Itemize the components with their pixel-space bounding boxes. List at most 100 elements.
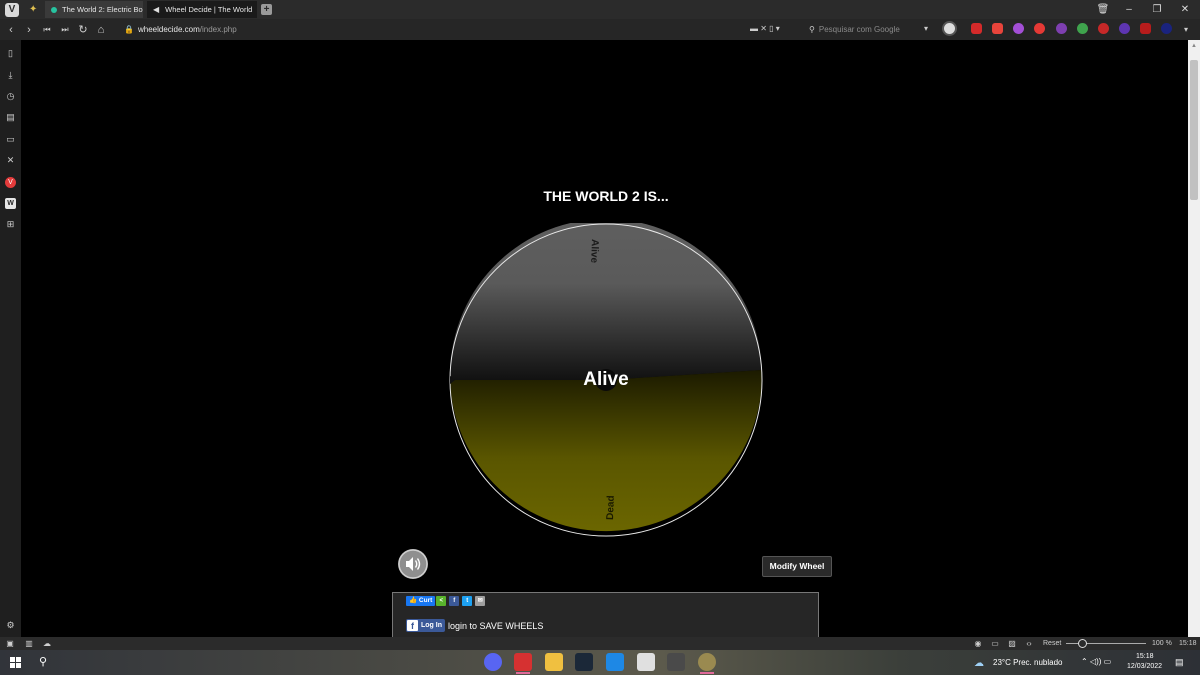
tray-icons[interactable]: ⌃ ◁)) ▭ (1081, 657, 1111, 666)
bookmarks-icon[interactable]: ▯ (5, 48, 16, 59)
wikipedia-panel-icon[interactable]: W (5, 198, 16, 209)
facebook-share-icon[interactable]: f (449, 596, 460, 606)
steam-icon[interactable] (575, 653, 593, 671)
notifications-icon[interactable]: ▤ (1175, 657, 1184, 668)
settings-gear-icon[interactable]: ⚙ (5, 620, 16, 631)
vivaldi-panel-icon[interactable]: V (5, 177, 16, 188)
facebook-icon: f (407, 620, 418, 631)
zoom-slider-handle[interactable] (1078, 639, 1087, 648)
window-icon[interactable]: ▭ (990, 639, 1000, 648)
speaker-icon (398, 549, 428, 579)
adblock-extension-icon[interactable] (971, 23, 982, 34)
panel-toggle-icon[interactable]: ▣ (5, 639, 15, 648)
add-panel-icon[interactable]: ⊞ (5, 219, 16, 230)
home-icon[interactable]: ⌂ (92, 24, 110, 36)
back-icon[interactable]: ‹ (2, 24, 20, 36)
screen: V ✦ The World 2: Electric Bo ◀ Wheel Dec… (0, 0, 1200, 675)
profile-avatar[interactable] (942, 21, 957, 36)
trash-icon[interactable]: 🗑 (1090, 0, 1116, 19)
rewind-icon[interactable]: ⏮ (38, 25, 56, 35)
page-scrollbar[interactable]: ▲ (1188, 40, 1200, 637)
share-icon[interactable]: < (436, 596, 447, 606)
speaker-tab-icon[interactable]: ◀ (153, 5, 159, 14)
extension-icon[interactable] (992, 23, 1003, 34)
downloads-icon[interactable]: ⤓ (5, 70, 16, 81)
url-path: /index.php (199, 25, 237, 34)
extension-icon[interactable] (1077, 23, 1088, 34)
tab-favicon-icon (51, 6, 57, 13)
app-icon[interactable] (637, 653, 655, 671)
image-toggle-icon[interactable]: ▨ (1007, 639, 1017, 648)
app-icon[interactable] (667, 653, 685, 671)
web-page: THE WORLD 2 IS... Alive Dead Alive Modif… (21, 40, 1188, 637)
minimize-button[interactable]: – (1116, 0, 1142, 19)
discord-icon[interactable] (484, 653, 502, 671)
weather-icon: ☁ (974, 658, 984, 669)
extension-icon[interactable] (1013, 23, 1024, 34)
window-panel-icon[interactable]: ▭ (5, 134, 16, 145)
close-button[interactable]: ✕ (1172, 0, 1198, 19)
extension-icon[interactable] (1161, 23, 1172, 34)
search-engine-dropdown[interactable]: ▾ (924, 24, 928, 33)
scroll-up-icon[interactable]: ▲ (1190, 43, 1198, 49)
search-icon[interactable]: ⚲ (39, 655, 47, 668)
forward-icon[interactable]: › (20, 24, 38, 36)
windows-start-icon[interactable] (10, 657, 21, 668)
weather-text[interactable]: 23°C Prec. nublado (993, 658, 1062, 667)
capture-icon[interactable]: ◉ (973, 639, 983, 648)
extension-icon[interactable] (1098, 23, 1109, 34)
reader-icon[interactable]: ▬ ✕ ▯ ▾ (750, 24, 780, 33)
facebook-like-button[interactable]: 👍 Curt (406, 596, 436, 606)
like-icon: 👍 (409, 597, 419, 604)
status-bar: ▣ ▥ ☁ ◉ ▭ ▨ ‹› Reset 100 % 15:18 (0, 637, 1200, 650)
extension-icon[interactable] (1056, 23, 1067, 34)
extensions-dropdown[interactable]: ▾ (1184, 25, 1188, 34)
wheel-label-alive: Alive (588, 239, 600, 264)
url-field[interactable]: 🔒 wheeldecide.com/index.php (118, 21, 798, 38)
zoom-reset[interactable]: Reset (1043, 639, 1061, 648)
lock-icon[interactable]: 🔒 (124, 25, 134, 34)
reload-icon[interactable]: ↻ (74, 23, 92, 36)
share-panel: 👍 Curt < f t ✉ f Log In login to SAVE WH… (392, 592, 819, 637)
login-row: f Log In login to SAVE WHEELS (406, 619, 543, 632)
game-app-icon[interactable] (698, 653, 716, 674)
file-explorer-icon[interactable] (545, 653, 563, 671)
windows-taskbar: ⚲ ☁ 23°C Prec. nublado ⌃ ◁)) ▭ 15:18 12/… (0, 650, 1200, 675)
modify-wheel-button[interactable]: Modify Wheel (762, 556, 832, 577)
email-share-icon[interactable]: ✉ (475, 596, 486, 606)
tab-label: Wheel Decide | The World (165, 5, 253, 14)
wheel-label-dead: Dead (605, 495, 617, 520)
tab-wheel-decide[interactable]: ◀ Wheel Decide | The World (147, 1, 257, 18)
vscode-icon[interactable] (606, 653, 624, 671)
extension-icon[interactable] (1034, 23, 1045, 34)
vivaldi-taskbar-icon[interactable] (514, 653, 532, 674)
vivaldi-menu-icon[interactable]: V (5, 2, 19, 17)
like-label: Curt (418, 597, 433, 604)
translate-icon[interactable]: ✕ (5, 155, 16, 166)
page-actions-icon[interactable]: ‹› (1024, 639, 1034, 648)
search-field[interactable]: ⚲ Pesquisar com Google (805, 21, 935, 38)
history-icon[interactable]: ◷ (5, 91, 16, 102)
new-tab-button[interactable]: + (261, 4, 272, 15)
status-clock: 15:18 (1179, 640, 1197, 647)
fast-forward-icon[interactable]: ⏭ (56, 25, 74, 35)
tab-the-world-2[interactable]: The World 2: Electric Bo (45, 1, 143, 18)
sync-cloud-icon[interactable]: ☁ (42, 639, 52, 648)
taskbar-time[interactable]: 15:18 (1136, 653, 1154, 660)
sound-toggle-button[interactable] (398, 549, 428, 579)
search-icon: ⚲ (809, 25, 815, 34)
tab-bar: V ✦ The World 2: Electric Bo ◀ Wheel Dec… (0, 0, 1200, 19)
wheel-segment-alive[interactable] (449, 223, 762, 380)
zoom-level: 100 % (1152, 640, 1172, 647)
maximize-button[interactable]: ❐ (1144, 0, 1170, 19)
notes-icon[interactable]: ▤ (5, 112, 16, 123)
tile-icon[interactable]: ▥ (24, 639, 34, 648)
extension-icon[interactable] (1140, 23, 1151, 34)
twitter-share-icon[interactable]: t (462, 596, 473, 606)
taskbar-date[interactable]: 12/03/2022 (1127, 663, 1162, 670)
extension-icon[interactable] (1119, 23, 1130, 34)
scrollbar-thumb[interactable] (1190, 60, 1198, 200)
tab-stack-icon[interactable]: ✦ (29, 4, 41, 16)
login-button-label: Log In (421, 622, 442, 629)
facebook-login-button[interactable]: f Log In (406, 619, 445, 632)
